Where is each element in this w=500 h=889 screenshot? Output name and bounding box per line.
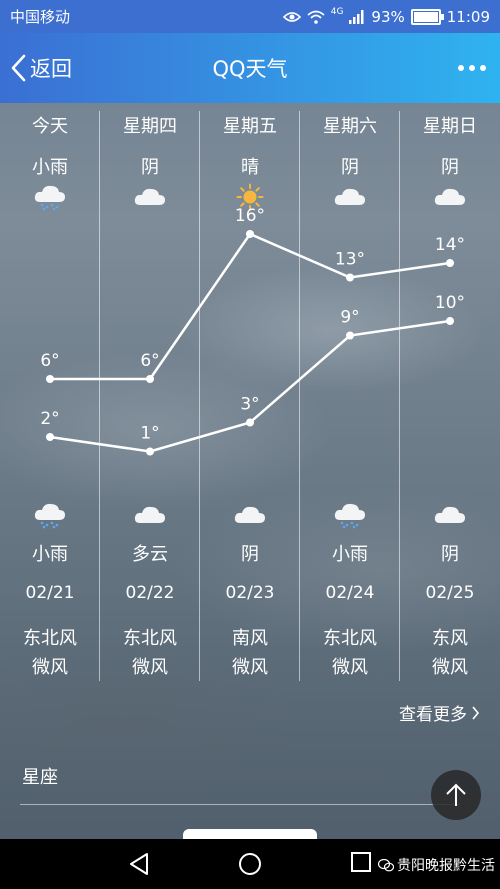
chevron-right-icon	[472, 705, 480, 720]
high-temp-point	[146, 375, 154, 383]
low-temp-line	[49, 319, 451, 453]
rain-cloud-icon	[333, 501, 367, 529]
high-temp-label: 6°	[40, 351, 59, 371]
wind-level: 微风	[432, 657, 468, 678]
low-temp-point	[446, 317, 454, 325]
see-more-label: 查看更多	[399, 705, 467, 725]
high-temp-label: 14°	[435, 235, 465, 255]
date-label: 02/21	[25, 583, 75, 603]
triangle-back-icon	[130, 853, 148, 875]
network-type-label: 4G	[330, 6, 344, 17]
status-bar: 中国移动 4G 93% 11:09	[0, 0, 500, 33]
chevron-left-icon	[11, 54, 26, 82]
high-temp-label: 16°	[235, 206, 265, 226]
night-condition: 阴	[241, 544, 259, 565]
low-temp-label: 10°	[435, 293, 465, 313]
high-temp-label: 13°	[335, 250, 365, 270]
night-condition: 阴	[441, 544, 459, 565]
wind-direction: 东风	[432, 628, 468, 649]
clock: 11:09	[446, 7, 490, 26]
see-more-link[interactable]: 查看更多	[399, 700, 480, 725]
back-button[interactable]: 返回	[10, 33, 72, 103]
wind-direction: 东北风	[123, 628, 177, 649]
wind-level: 微风	[32, 657, 68, 678]
wind-level: 微风	[132, 657, 168, 678]
carrier-label: 中国移动	[10, 8, 71, 26]
low-temp-label: 1°	[140, 424, 159, 444]
low-temp-label: 2°	[40, 409, 59, 429]
high-temp-label: 6°	[140, 351, 159, 371]
more-dot-icon	[469, 65, 475, 71]
scroll-to-top-button[interactable]	[431, 770, 481, 820]
more-dot-icon	[480, 65, 486, 71]
high-temp-point	[446, 259, 454, 267]
date-label: 02/22	[125, 583, 175, 603]
app-header: 返回 QQ天气	[0, 33, 500, 103]
low-temp-point	[246, 418, 254, 427]
low-temp-point	[146, 447, 154, 456]
cloud-icon	[233, 501, 267, 529]
eye-icon	[282, 11, 301, 22]
wifi-icon	[307, 10, 325, 24]
wechat-icon	[378, 858, 394, 871]
square-recents-icon	[351, 852, 371, 872]
card-handle[interactable]	[183, 829, 317, 839]
high-temp-point	[246, 230, 254, 238]
watermark-text: 贵阳晚报黔生活	[397, 858, 495, 874]
date-label: 02/24	[325, 583, 375, 603]
circle-home-icon	[239, 853, 261, 875]
section-divider	[20, 804, 460, 805]
nav-recents-button[interactable]	[351, 852, 371, 876]
cloud-icon	[133, 501, 167, 529]
low-temp-point	[46, 433, 54, 441]
arrow-up-icon	[446, 783, 466, 806]
night-condition: 多云	[132, 544, 168, 565]
temperature-chart: 6° 6° 16° 13° 14° 2° 1° 3° 9° 10°	[40, 206, 465, 456]
more-dot-icon	[458, 65, 464, 71]
night-condition: 小雨	[332, 544, 368, 565]
high-temp-point	[346, 273, 354, 282]
wind-level: 微风	[332, 657, 368, 678]
low-temp-label: 9°	[340, 308, 359, 328]
low-temp-label: 3°	[240, 395, 259, 415]
section-title[interactable]: 星座	[22, 763, 58, 789]
battery-icon	[410, 8, 444, 25]
high-temp-line	[50, 232, 451, 381]
high-temp-point	[46, 375, 54, 383]
wind-level: 微风	[232, 657, 268, 678]
date-label: 02/23	[225, 583, 275, 603]
back-label: 返回	[30, 57, 72, 81]
nav-back-button[interactable]	[128, 852, 150, 880]
rain-cloud-icon	[33, 501, 67, 529]
wind-direction: 东北风	[23, 628, 77, 649]
page-title: QQ天气	[212, 57, 288, 81]
signal-icon	[349, 9, 364, 24]
wind-direction: 南风	[232, 628, 268, 649]
watermark: 贵阳晚报黔生活	[378, 855, 495, 875]
date-label: 02/25	[425, 583, 475, 603]
wind-direction: 东北风	[323, 628, 377, 649]
low-temp-point	[346, 331, 354, 340]
cloud-icon	[433, 501, 467, 529]
more-options-button[interactable]	[458, 33, 486, 103]
nav-home-button[interactable]	[238, 852, 262, 880]
battery-percent: 93%	[371, 7, 405, 26]
status-icons: 4G 93% 11:09	[282, 6, 490, 26]
night-condition: 小雨	[32, 544, 68, 565]
